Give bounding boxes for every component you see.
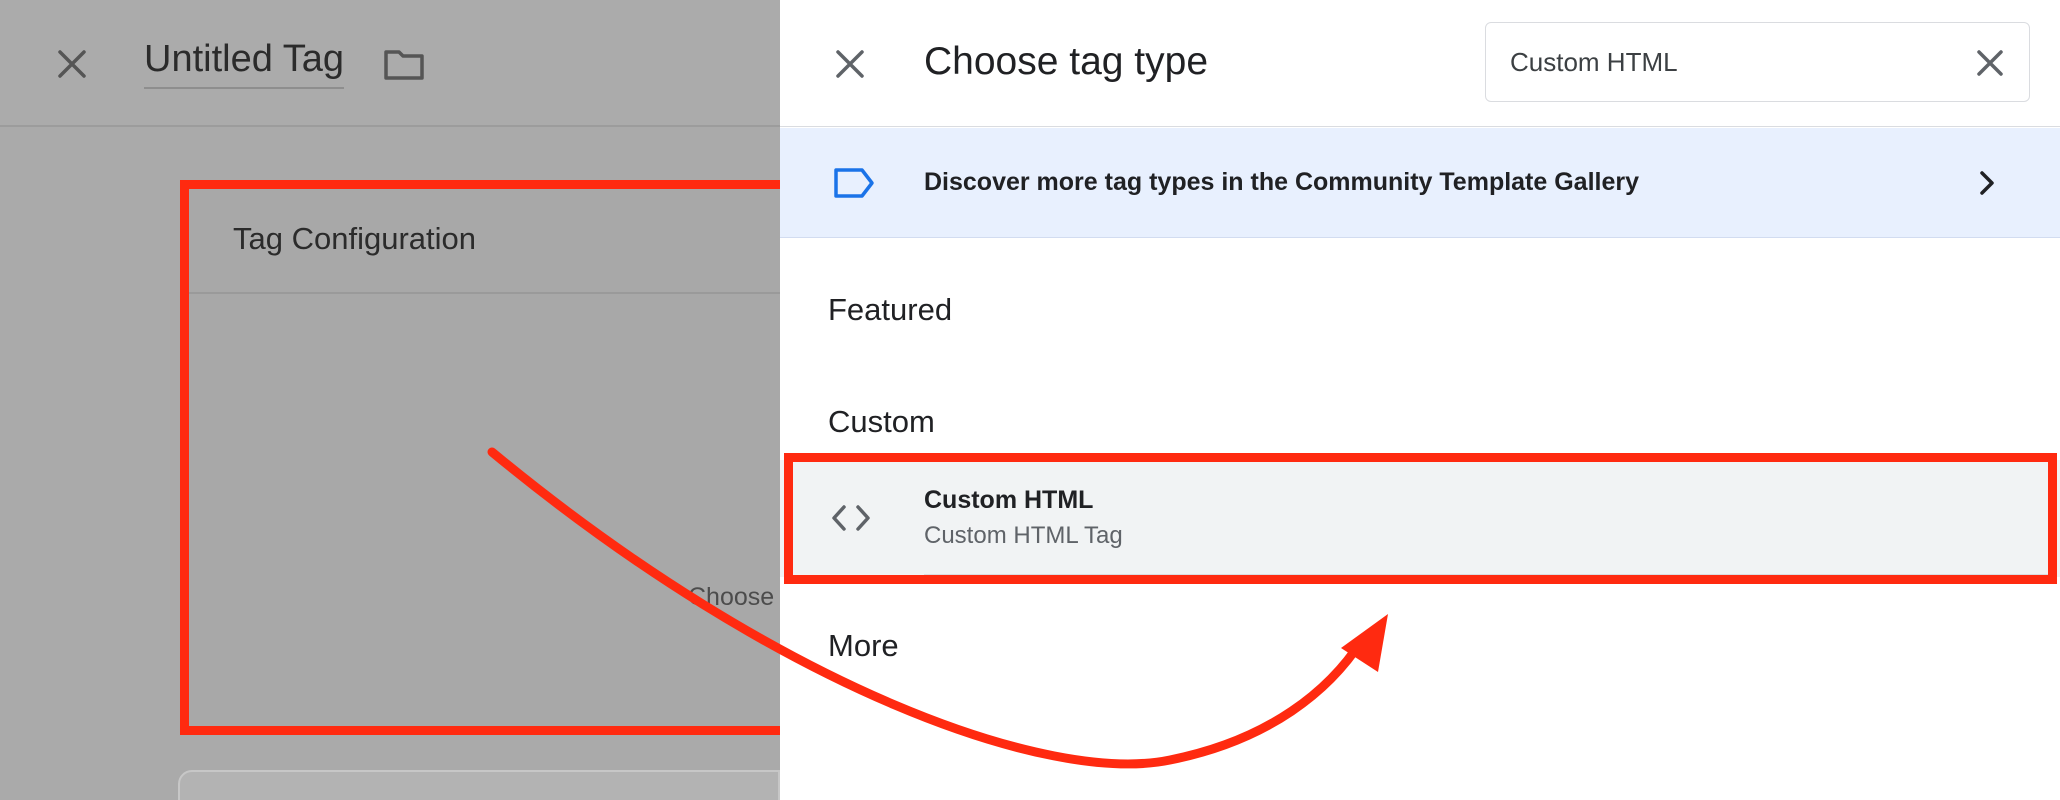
- tag-editor-header: Untitled Tag: [0, 0, 780, 127]
- section-featured: Featured: [828, 292, 953, 327]
- close-icon[interactable]: [830, 44, 870, 84]
- tag-configuration-card[interactable]: Tag Configuration: [180, 180, 780, 735]
- section-more: More: [828, 628, 899, 663]
- code-brackets-icon: [828, 498, 874, 538]
- tag-type-title: Custom HTML: [924, 486, 1094, 514]
- panel-header: Choose tag type: [780, 0, 2060, 127]
- search-input[interactable]: [1510, 43, 1950, 81]
- tag-editor-backdrop: Untitled Tag Tag Configuration Choose: [0, 0, 780, 800]
- community-gallery-link-text: Discover more tag types in the Community…: [924, 168, 1640, 196]
- panel-title: Choose tag type: [924, 40, 1209, 83]
- tag-name-field[interactable]: Untitled Tag: [144, 38, 344, 89]
- section-custom: Custom: [828, 404, 935, 439]
- close-icon[interactable]: [52, 44, 92, 84]
- choose-tag-type-panel: Choose tag type Discover more tag types …: [780, 0, 2060, 800]
- folder-icon[interactable]: [382, 44, 426, 84]
- triggering-card[interactable]: [178, 770, 780, 800]
- clear-search-icon[interactable]: [1970, 43, 2010, 83]
- row-divider: [924, 574, 2050, 576]
- tag-label-icon: [832, 166, 876, 200]
- choose-tag-type-hint: Choose: [688, 583, 775, 611]
- search-box[interactable]: [1485, 22, 2030, 102]
- tag-type-custom-html[interactable]: Custom HTML Custom HTML Tag: [780, 460, 2060, 577]
- chevron-right-icon: [1970, 166, 2004, 200]
- tag-type-subtitle: Custom HTML Tag: [924, 522, 1123, 549]
- community-gallery-banner[interactable]: Discover more tag types in the Community…: [780, 128, 2060, 238]
- tag-configuration-title: Tag Configuration: [189, 189, 780, 294]
